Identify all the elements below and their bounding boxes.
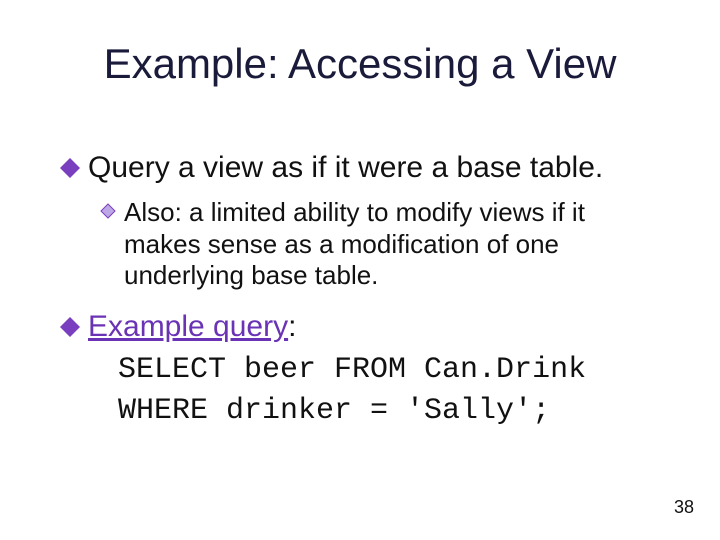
slide: Example: Accessing a View Query a view a… [0, 0, 720, 540]
bullet-line: Query a view as if it were a base table. [60, 150, 660, 185]
page-number: 38 [674, 497, 694, 518]
slide-title: Example: Accessing a View [0, 40, 720, 88]
bullet-line: Example query: [60, 309, 660, 344]
sub-bullet-also: Also: a limited ability to modify views … [100, 197, 660, 291]
bullet-text: Example query: [88, 309, 296, 344]
colon: : [288, 310, 296, 343]
bullet-text: Query a view as if it were a base table. [88, 150, 603, 185]
slide-content: Query a view as if it were a base table.… [60, 150, 660, 449]
code-line-1: SELECT beer FROM Can.Drink [118, 353, 586, 387]
diamond-outline-bullet-icon [100, 203, 116, 224]
bullet-example-query: Example query: SELECT beer FROM Can.Drin… [60, 309, 660, 431]
sql-code: SELECT beer FROM Can.Drink WHERE drinker… [118, 350, 660, 431]
diamond-bullet-icon [60, 317, 80, 342]
diamond-bullet-icon [60, 158, 80, 183]
code-line-2: WHERE drinker = 'Sally'; [118, 394, 550, 428]
sub-bullet-text: Also: a limited ability to modify views … [124, 197, 660, 291]
example-query-label: Example query [88, 310, 288, 343]
bullet-query-view: Query a view as if it were a base table.… [60, 150, 660, 291]
